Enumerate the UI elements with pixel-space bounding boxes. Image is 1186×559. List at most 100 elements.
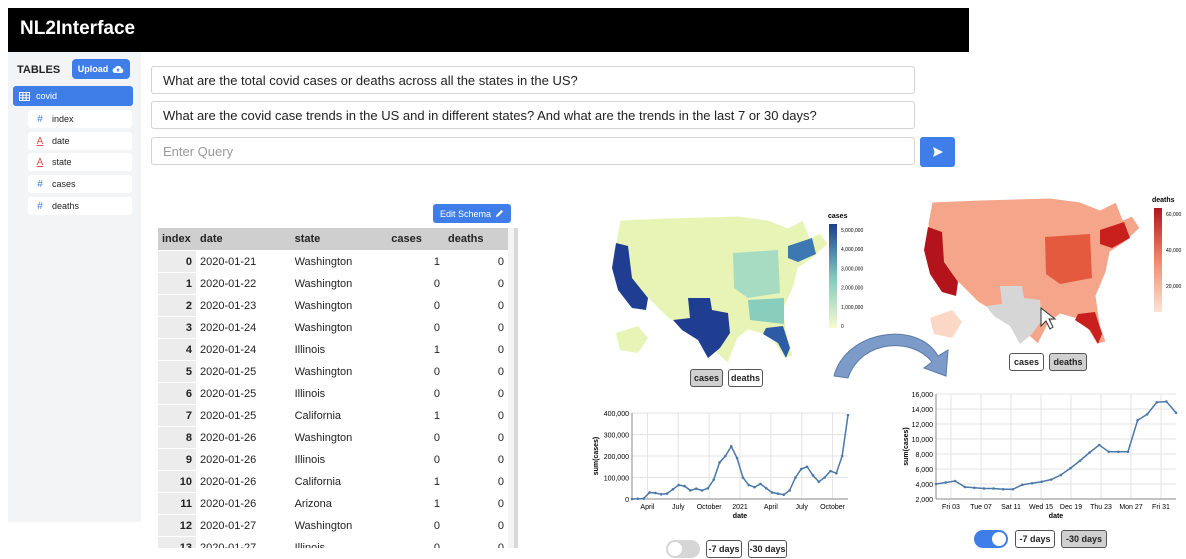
table-row[interactable]: 9 2020-01-26 Illinois 0 0 (158, 448, 508, 471)
column-header[interactable]: cases (387, 228, 445, 251)
y-tick-label: 400,000 (604, 411, 629, 418)
field-name: state (52, 157, 72, 167)
tables-label: TABLES (17, 64, 61, 76)
y-tick-label: 0 (625, 497, 629, 504)
table-row[interactable]: 2 2020-01-23 Washington 0 0 (158, 294, 508, 317)
field-item-deaths[interactable]: # deaths (28, 197, 132, 215)
table-cell: Washington (290, 426, 388, 449)
table-row[interactable]: 7 2020-01-25 California 1 0 (158, 404, 508, 427)
table-cell: Washington (290, 294, 388, 317)
table-cell: 0 (158, 250, 196, 273)
last-7-days-button[interactable]: -7 days (1015, 530, 1055, 548)
trend-toggle[interactable] (974, 530, 1008, 548)
field-item-date[interactable]: A date (28, 132, 132, 150)
table-row[interactable]: 3 2020-01-24 Washington 0 0 (158, 316, 508, 339)
table-cell: 6 (158, 382, 196, 405)
cases-trend-30days-chart[interactable]: 2,000 4,000 6,000 8,000 10,000 12,000 14,000 16… (900, 388, 1186, 526)
table-cell: 2020-01-24 (196, 338, 291, 361)
data-point (1069, 466, 1072, 470)
text-icon: A (36, 156, 44, 168)
field-name: deaths (52, 201, 80, 211)
x-tick-label: 2021 (732, 504, 748, 511)
table-cell: 7 (158, 404, 196, 427)
table-row[interactable]: 5 2020-01-25 Washington 0 0 (158, 360, 508, 383)
table-cell: 2020-01-25 (196, 360, 291, 383)
legend-tick-label: 5,000,000 (841, 228, 863, 234)
data-point (764, 486, 768, 490)
table-row[interactable]: 10 2020-01-26 California 1 0 (158, 470, 508, 493)
table-row[interactable]: 0 2020-01-21 Washington 1 0 (158, 250, 508, 273)
map-deaths-button[interactable]: deaths (1049, 353, 1087, 371)
last-30-days-button[interactable]: -30 days (1061, 530, 1107, 548)
last-30-days-button[interactable]: -30 days (748, 540, 787, 558)
table-row[interactable]: 12 2020-01-27 Washington 0 0 (158, 514, 508, 537)
edit-schema-label: Edit Schema (439, 208, 492, 219)
southeast-shape (748, 298, 784, 324)
trend-toggle[interactable] (666, 540, 700, 558)
y-tick-label: 200,000 (604, 454, 629, 461)
upload-button[interactable]: Upload (72, 59, 130, 79)
column-header[interactable]: deaths (444, 228, 508, 251)
column-header[interactable]: date (196, 228, 291, 251)
y-tick-label: 14,000 (912, 407, 934, 414)
table-row[interactable]: 1 2020-01-22 Washington 0 0 (158, 272, 508, 295)
field-item-state[interactable]: A state (28, 153, 132, 171)
data-point (724, 454, 727, 458)
map-legend-gradient (1154, 208, 1162, 312)
query-history-1[interactable]: What are the total covid cases or deaths… (151, 66, 915, 94)
table-row[interactable]: 6 2020-01-25 Illinois 0 0 (158, 382, 508, 405)
table-row[interactable]: 8 2020-01-26 Washington 0 0 (158, 426, 508, 449)
x-tick-label: April (640, 504, 654, 511)
field-item-cases[interactable]: # cases (28, 175, 132, 193)
data-point (1126, 450, 1130, 454)
table-row[interactable]: 11 2020-01-26 Arizona 1 0 (158, 492, 508, 515)
x-tick-label: Tue 07 (970, 504, 992, 511)
data-table: index date state cases deaths 0 2020-01-2… (158, 228, 508, 548)
data-point (817, 480, 821, 484)
map-cases-button[interactable]: cases (1009, 353, 1044, 371)
data-point (648, 491, 651, 494)
deaths-map[interactable]: deaths 60,000 40,000 20,000 (920, 192, 1186, 354)
data-point (829, 469, 832, 473)
last-7-days-button[interactable]: -7 days (706, 540, 742, 558)
series-line (935, 400, 1177, 490)
table-row[interactable]: 4 2020-01-24 Illinois 1 0 (158, 338, 508, 361)
table-cell: 9 (158, 448, 196, 471)
table-cell: Washington (290, 250, 388, 273)
table-cell: Washington (290, 316, 388, 339)
table-row[interactable]: 13 2020-01-27 Illinois 0 0 (158, 536, 508, 548)
cases-trend-chart[interactable]: 0 100,000 200,000 300,000 400,000 April July Oc… (590, 403, 858, 533)
table-cell: 0 (444, 470, 508, 493)
text-icon: A (36, 135, 44, 147)
table-cell: California (290, 404, 388, 427)
data-point (782, 493, 786, 496)
data-point (1059, 473, 1063, 477)
app-title: NL2Interface (20, 18, 136, 39)
table-cell: 8 (158, 426, 196, 449)
table-cell: Washington (290, 514, 388, 537)
edit-schema-button[interactable]: Edit Schema (433, 204, 511, 223)
map-legend-ticks: 5,000,000 4,000,000 3,000,000 2,000,000 1,00… (841, 228, 863, 330)
query-history-2[interactable]: What are the covid case trends in the US… (151, 101, 915, 129)
map-deaths-button[interactable]: deaths (728, 369, 763, 387)
data-point (694, 487, 698, 490)
table-cell: 2020-01-24 (196, 316, 291, 339)
table-cell: 1 (387, 404, 445, 427)
data-point (1011, 487, 1015, 491)
send-button[interactable] (920, 137, 955, 167)
table-cell: 11 (158, 492, 196, 515)
data-point (735, 456, 739, 460)
sidebar-table-covid[interactable]: covid (13, 86, 133, 106)
field-item-index[interactable]: # index (28, 110, 132, 128)
data-table-container[interactable]: index date state cases deaths 0 2020-01-2… (158, 228, 518, 548)
y-tick-label: 100,000 (604, 476, 629, 483)
data-point (770, 491, 774, 494)
column-header[interactable]: index (158, 228, 196, 251)
query-input[interactable]: Enter Query (151, 137, 915, 165)
y-tick-label: 2,000 (915, 497, 933, 504)
table-header-row: index date state cases deaths (158, 228, 508, 251)
map-cases-button[interactable]: cases (690, 369, 723, 387)
alaska-shape (616, 326, 648, 353)
column-header[interactable]: state (290, 228, 388, 251)
table-cell: Washington (290, 272, 388, 295)
